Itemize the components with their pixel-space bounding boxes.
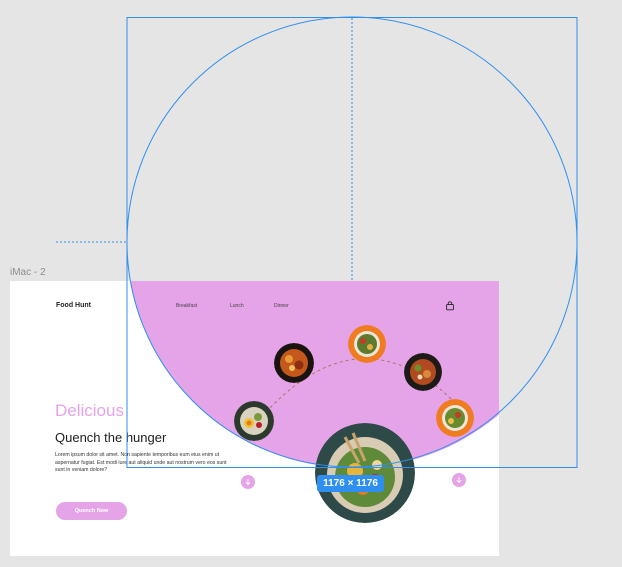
hero-title: Quench the hunger xyxy=(55,430,167,445)
nav-item-breakfast[interactable]: Breakfast xyxy=(176,303,197,309)
dish-image-curry[interactable] xyxy=(274,343,314,383)
hero-accent-title: Delicious xyxy=(55,401,124,420)
hero-body-text: Lorem ipsum dolor sit amet. Non sapiente… xyxy=(55,452,227,473)
artboard-imac-2[interactable]: Food Hunt Breakfast Lunch Dinner Delicio… xyxy=(10,281,499,556)
nav-item-lunch[interactable]: Lunch xyxy=(230,303,244,309)
quench-now-button[interactable]: Quench Now xyxy=(56,502,127,520)
arrow-down-icon xyxy=(245,479,251,486)
dish-image-bowl-orange[interactable] xyxy=(348,325,386,363)
pink-circle-shape[interactable] xyxy=(127,281,499,468)
selection-size-badge: 1176 × 1176 xyxy=(317,475,384,492)
dish-image-featured-bowl[interactable] xyxy=(315,423,415,523)
dish-image-bowl-orange-2[interactable] xyxy=(436,399,474,437)
dish-image-stirfry[interactable] xyxy=(404,353,442,391)
dish-image-salad-egg[interactable] xyxy=(234,401,274,441)
scroll-down-button-right[interactable] xyxy=(452,473,466,487)
artboard-label[interactable]: iMac - 2 xyxy=(10,267,46,278)
nav-item-dinner[interactable]: Dinner xyxy=(274,303,289,309)
brand-logo[interactable]: Food Hunt xyxy=(56,302,91,309)
scroll-down-button-left[interactable] xyxy=(241,475,255,489)
arrow-down-icon xyxy=(456,477,462,484)
shopping-bag-icon[interactable] xyxy=(445,301,455,311)
